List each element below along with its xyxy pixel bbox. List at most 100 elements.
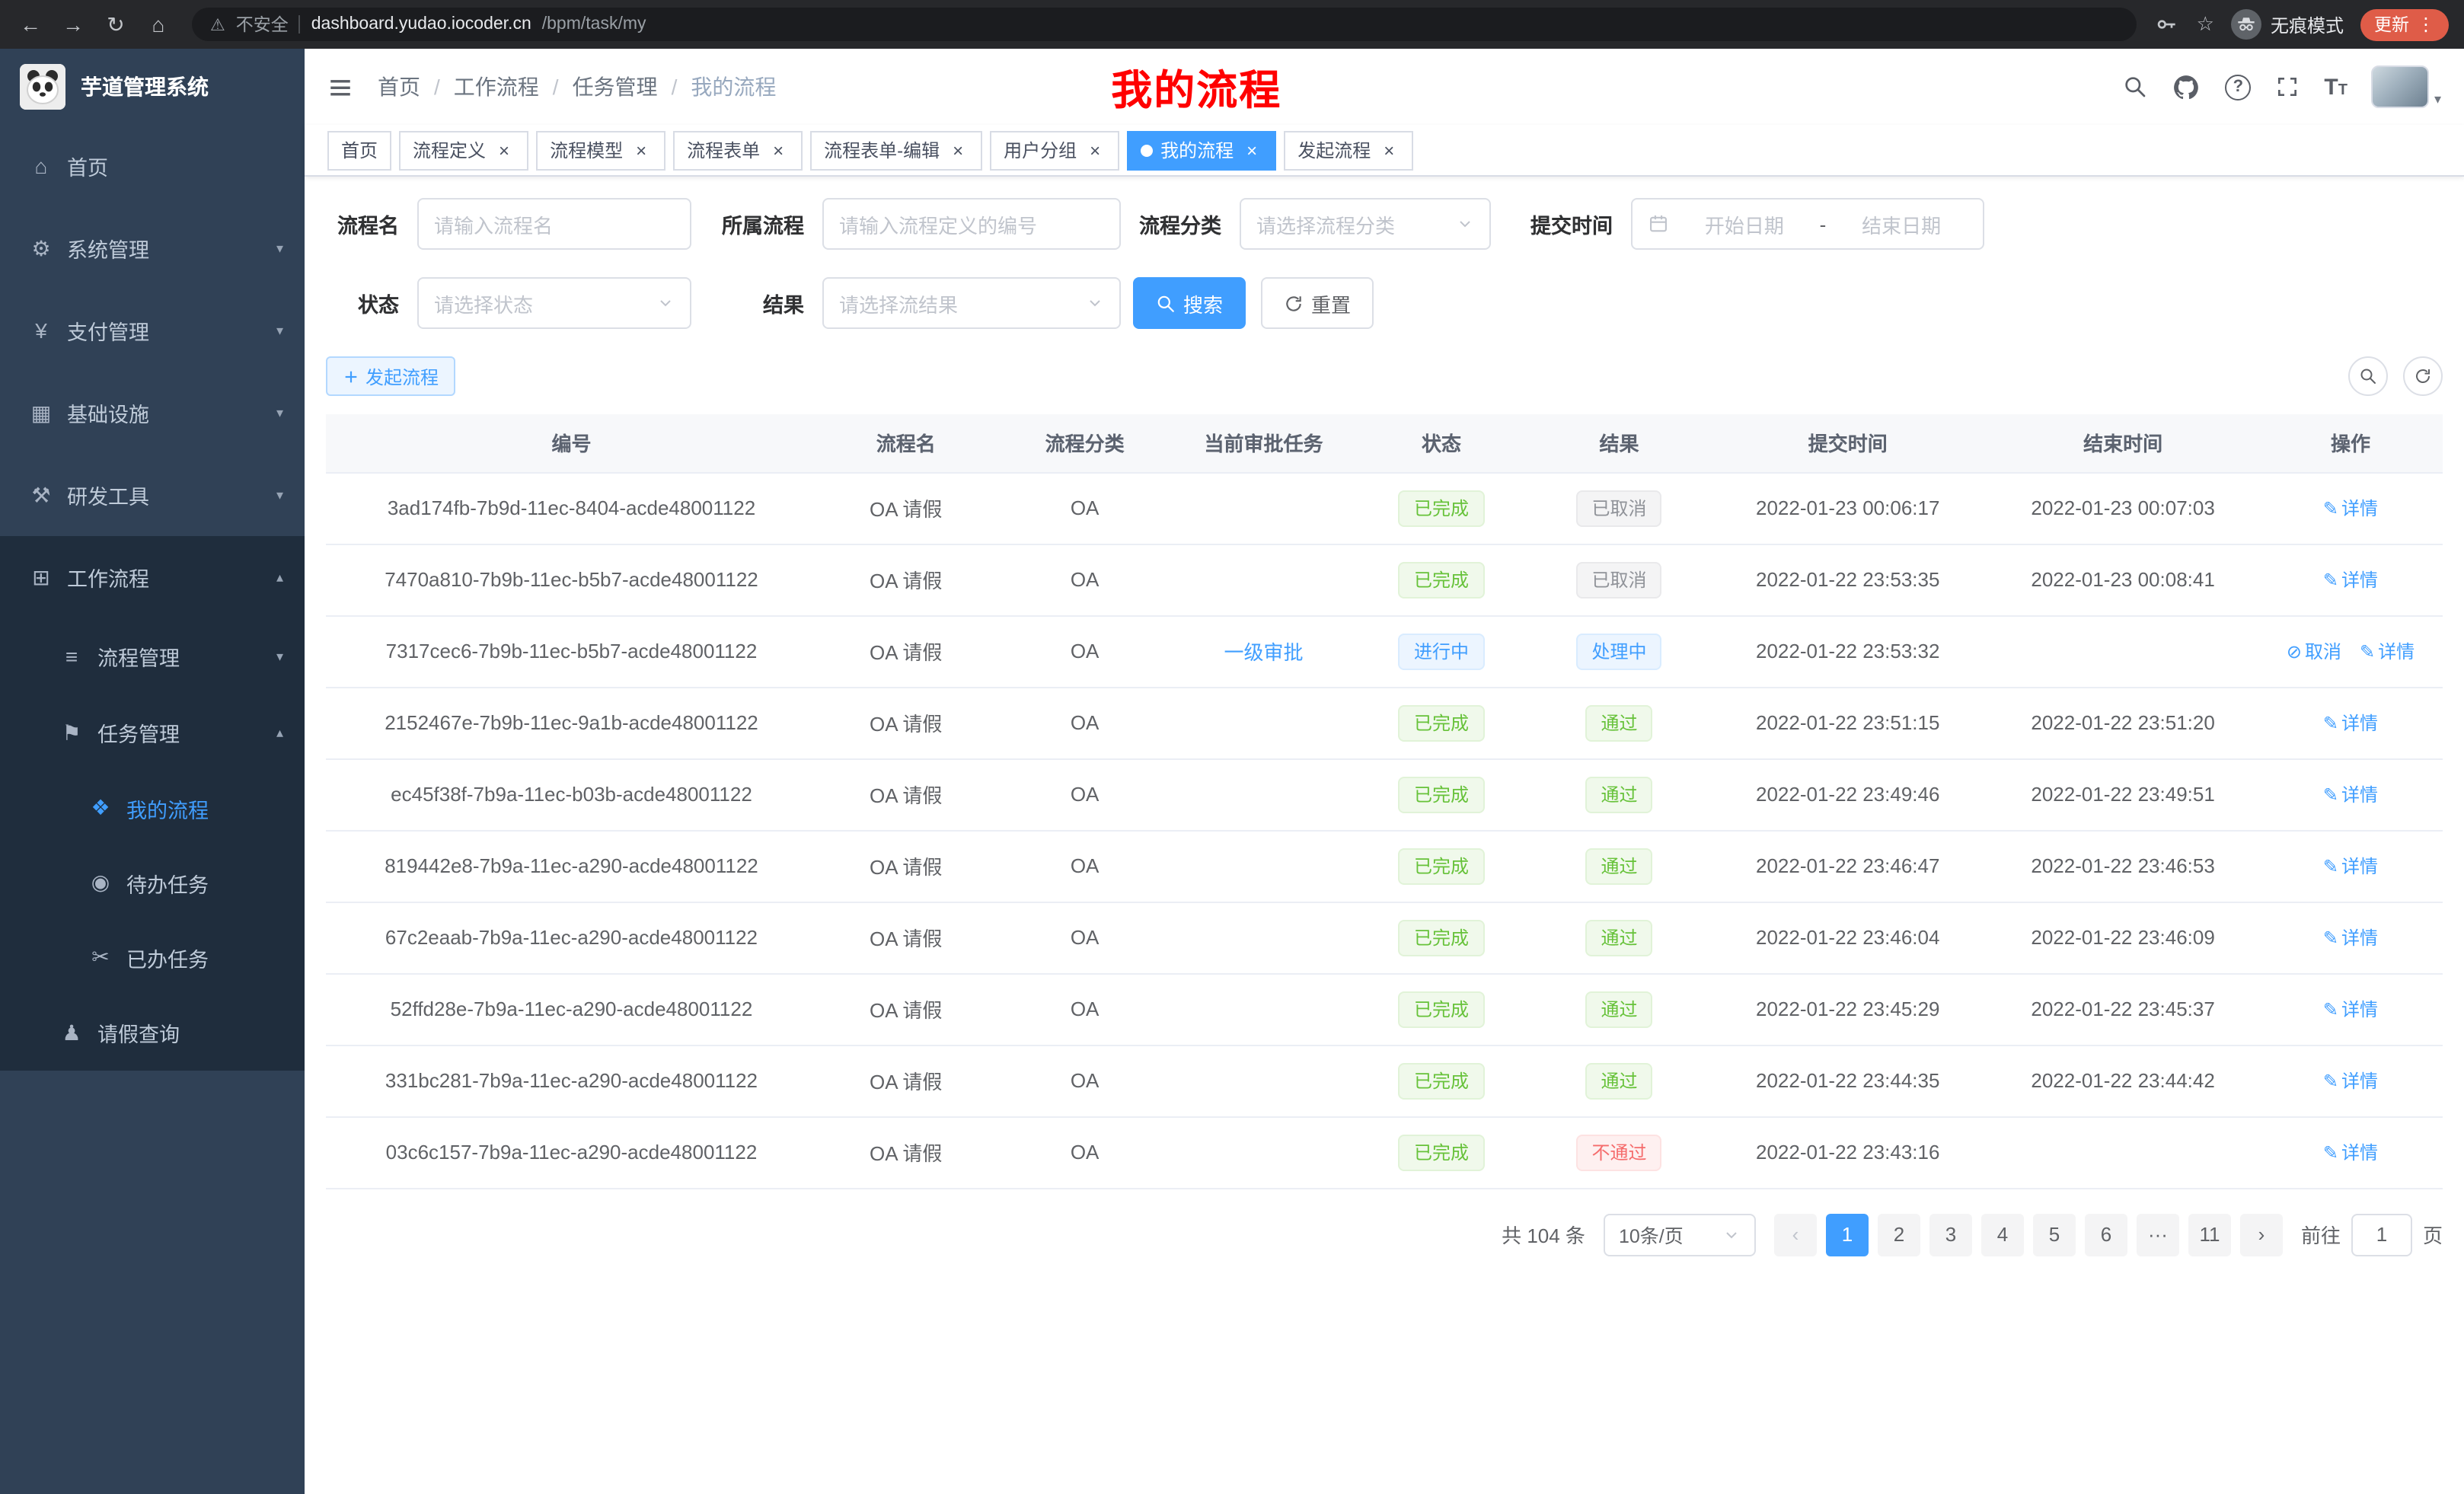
process-definition-input[interactable]: 请输入流程定义的编号	[822, 198, 1121, 250]
tab-user-group[interactable]: 用户分组×	[990, 130, 1119, 170]
status-badge: 进行中	[1399, 633, 1484, 669]
page-button-5[interactable]: 5	[2033, 1213, 2076, 1256]
browser-back-button[interactable]: ←	[15, 12, 46, 37]
search-button[interactable]: 搜索	[1133, 277, 1246, 329]
breadcrumb-item[interactable]: 工作流程	[454, 72, 539, 102]
sidebar-item-done-tasks[interactable]: ✂已办任务	[0, 920, 305, 994]
address-bar[interactable]: ⚠ 不安全 dashboard.yudao.iocoder.cn/bpm/tas…	[192, 8, 2137, 41]
page-button-2[interactable]: 2	[1878, 1213, 1920, 1256]
app-logo[interactable]: 芋道管理系统	[0, 49, 305, 125]
breadcrumb-item[interactable]: 任务管理	[573, 72, 658, 102]
detail-link[interactable]: ✎详情	[2323, 1139, 2378, 1165]
user-avatar[interactable]: ▾	[2372, 65, 2441, 108]
sidebar-item-leave-query[interactable]: ♟请假查询	[0, 994, 305, 1071]
close-icon[interactable]: ×	[630, 139, 652, 161]
browser-forward-button[interactable]: →	[58, 12, 88, 37]
detail-link[interactable]: ✎详情	[2323, 853, 2378, 879]
page-size-select[interactable]: 10条/页	[1604, 1213, 1756, 1256]
cell-submit-time: 2022-01-22 23:43:16	[1708, 1116, 1987, 1188]
page-button-1[interactable]: 1	[1826, 1213, 1869, 1256]
close-icon[interactable]: ×	[1378, 139, 1400, 161]
tab-my-process[interactable]: 我的流程×	[1127, 130, 1276, 170]
sidebar-item-system-management[interactable]: ⚙系统管理▾	[0, 207, 305, 289]
more-pages-button[interactable]: ···	[2137, 1213, 2179, 1256]
sidebar-item-dev-tools[interactable]: ⚒研发工具▾	[0, 454, 305, 536]
navbar-actions: ? TT ▾	[2123, 65, 2441, 108]
tab-process-form[interactable]: 流程表单×	[673, 130, 803, 170]
tab-process-form-edit[interactable]: 流程表单-编辑×	[810, 130, 982, 170]
submit-time-label: 提交时间	[1527, 209, 1613, 239]
sidebar-item-payment-management[interactable]: ¥支付管理▾	[0, 289, 305, 372]
docs-help-icon[interactable]: ?	[2225, 74, 2251, 100]
tab-start-process[interactable]: 发起流程×	[1284, 130, 1413, 170]
table-row: ec45f38f-7b9a-11ec-b03b-acde48001122OA 请…	[326, 758, 2443, 830]
sidebar-item-task-management[interactable]: ⚑任务管理▴	[0, 694, 305, 771]
tab-process-definition[interactable]: 流程定义×	[399, 130, 528, 170]
jump-page-input[interactable]: 1	[2351, 1213, 2412, 1256]
panda-logo-icon	[20, 64, 65, 110]
close-icon[interactable]: ×	[493, 139, 515, 161]
font-size-icon[interactable]: TT	[2324, 75, 2348, 98]
refresh-table-button[interactable]	[2403, 356, 2443, 396]
detail-link[interactable]: ✎详情	[2323, 567, 2378, 592]
detail-link[interactable]: ✎详情	[2323, 495, 2378, 521]
browser-menu-icon[interactable]: ⋮	[2417, 14, 2435, 35]
detail-link[interactable]: ✎详情	[2323, 781, 2378, 807]
close-icon[interactable]: ×	[947, 139, 969, 161]
cell-actions: ✎详情	[2258, 472, 2443, 544]
create-process-button[interactable]: 发起流程	[326, 356, 455, 396]
current-task-link[interactable]: 一级审批	[1224, 641, 1303, 664]
incognito-profile[interactable]: 无痕模式	[2231, 9, 2344, 40]
sidebar-toggle-icon[interactable]	[327, 74, 353, 100]
close-icon[interactable]: ×	[1084, 139, 1106, 161]
plus-icon	[343, 368, 359, 385]
search-icon[interactable]	[2123, 75, 2147, 99]
sidebar-item-todo-tasks[interactable]: ◉待办任务	[0, 845, 305, 920]
tab-home[interactable]: 首页	[327, 130, 391, 170]
sidebar-item-home[interactable]: ⌂首页	[0, 125, 305, 207]
close-icon[interactable]: ×	[1241, 139, 1262, 161]
browser-update-button[interactable]: 更新 ⋮	[2360, 8, 2449, 40]
fullscreen-icon[interactable]	[2275, 75, 2300, 99]
prev-page-button[interactable]: ‹	[1774, 1213, 1817, 1256]
browser-reload-button[interactable]: ↻	[101, 11, 131, 37]
next-page-button[interactable]: ›	[2240, 1213, 2283, 1256]
cell-category: OA	[994, 902, 1174, 973]
detail-link[interactable]: ✎详情	[2323, 996, 2378, 1022]
bookmark-star-icon[interactable]: ☆	[2197, 12, 2214, 37]
status-select[interactable]: 请选择状态	[417, 277, 691, 329]
category-select[interactable]: 请选择流程分类	[1240, 198, 1491, 250]
cell-submit-time: 2022-01-22 23:51:15	[1708, 687, 1987, 758]
reset-button[interactable]: 重置	[1261, 277, 1374, 329]
detail-link[interactable]: ✎详情	[2360, 638, 2415, 664]
sidebar-item-process-management[interactable]: ≡流程管理▾	[0, 618, 305, 694]
detail-link[interactable]: ✎详情	[2323, 924, 2378, 950]
sidebar-item-label: 系统管理	[67, 233, 263, 263]
page-button-3[interactable]: 3	[1929, 1213, 1972, 1256]
result-select[interactable]: 请选择流结果	[822, 277, 1121, 329]
row-actions: ✎详情	[2258, 996, 2443, 1022]
active-tab-dot	[1141, 144, 1153, 156]
password-key-icon[interactable]	[2156, 12, 2180, 37]
process-name-input[interactable]: 请输入流程名	[417, 198, 691, 250]
detail-link[interactable]: ✎详情	[2323, 1068, 2378, 1093]
tab-process-model[interactable]: 流程模型×	[536, 130, 665, 170]
toggle-search-button[interactable]	[2348, 356, 2388, 396]
breadcrumb-item[interactable]: 首页	[378, 72, 420, 102]
detail-link[interactable]: ✎详情	[2323, 710, 2378, 736]
sidebar-item-my-process[interactable]: ❖我的流程	[0, 771, 305, 845]
page-content: 流程名 请输入流程名 所属流程 请输入流程定义的编号 流程分类	[305, 177, 2464, 1494]
page-button-11[interactable]: 11	[2188, 1213, 2231, 1256]
cancel-link[interactable]: ⊘取消	[2287, 638, 2341, 664]
row-actions: ✎详情	[2258, 710, 2443, 736]
close-icon[interactable]: ×	[768, 139, 789, 161]
cell-category: OA	[994, 830, 1174, 902]
sidebar-item-infrastructure[interactable]: ▦基础设施▾	[0, 372, 305, 454]
submit-time-range-picker[interactable]: 开始日期 - 结束日期	[1631, 198, 1984, 250]
browser-home-button[interactable]: ⌂	[143, 12, 174, 37]
github-icon[interactable]	[2172, 72, 2201, 101]
page-button-6[interactable]: 6	[2085, 1213, 2127, 1256]
pagination: 共 104 条 10条/页 ‹123456···11› 前往 1 页	[326, 1213, 2443, 1256]
page-button-4[interactable]: 4	[1981, 1213, 2024, 1256]
sidebar-item-workflow[interactable]: ⊞工作流程▴	[0, 536, 305, 618]
